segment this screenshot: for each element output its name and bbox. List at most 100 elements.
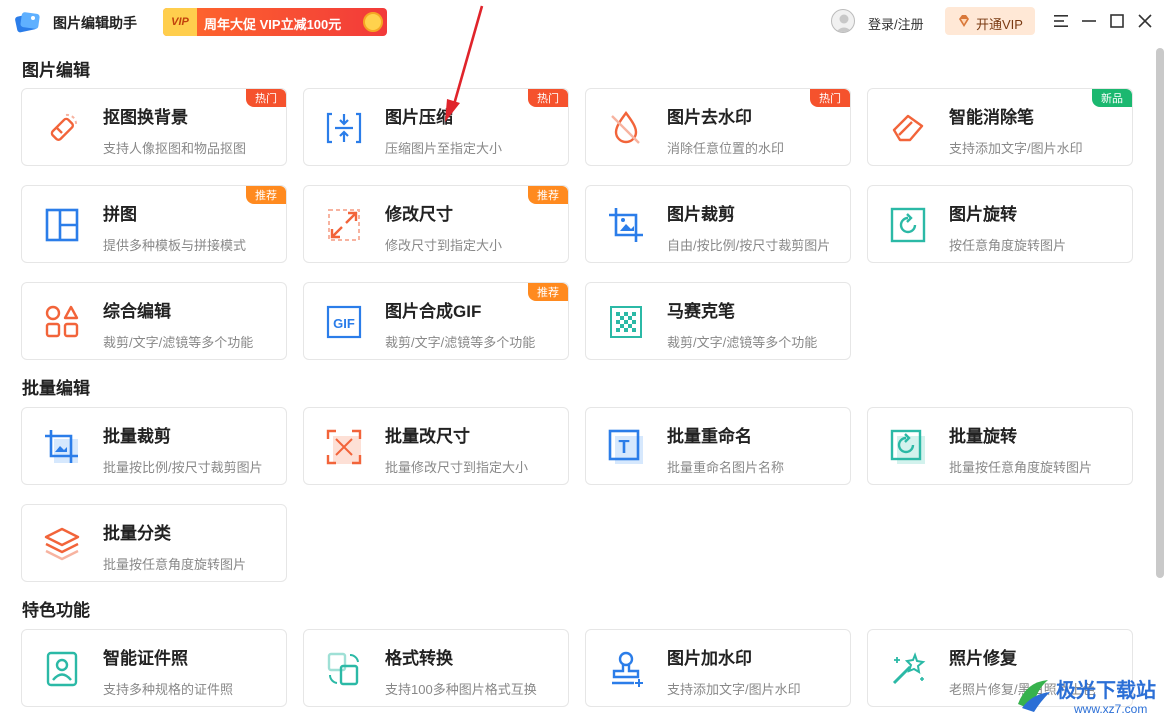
card-crop[interactable]: 图片裁剪 自由/按比例/按尺寸裁剪图片 xyxy=(585,185,851,263)
watermark-overlay: 极光下载站 www.xz7.com xyxy=(1010,672,1168,722)
magic-wand-icon xyxy=(892,652,926,685)
maximize-icon[interactable] xyxy=(1107,11,1127,31)
watermark-text: 极光下载站 xyxy=(1056,680,1156,702)
card-title: 批量改尺寸 xyxy=(385,427,470,446)
diamond-icon xyxy=(959,15,969,27)
rename-icon: T xyxy=(608,429,643,464)
recommend-badge: 推荐 xyxy=(528,283,568,301)
section-title-image-edit: 图片编辑 xyxy=(22,61,90,80)
convert-icon xyxy=(327,652,359,686)
scrollbar-thumb[interactable] xyxy=(1156,48,1164,578)
card-batch-rename[interactable]: T 批量重命名 批量重命名图片名称 xyxy=(585,407,851,485)
card-desc: 裁剪/文字/滤镜等多个功能 xyxy=(667,335,818,350)
card-resize[interactable]: 修改尺寸 修改尺寸到指定大小 推荐 xyxy=(303,185,569,263)
card-desc: 批量按任意角度旋转图片 xyxy=(949,460,1093,475)
card-batch-resize[interactable]: 批量改尺寸 批量修改尺寸到指定大小 xyxy=(303,407,569,485)
card-desc: 按任意角度旋转图片 xyxy=(949,238,1067,253)
card-desc: 支持多种规格的证件照 xyxy=(103,682,234,697)
card-format-convert[interactable]: 格式转换 支持100多种图片格式互换 xyxy=(303,629,569,707)
card-title: 抠图换背景 xyxy=(103,108,188,127)
batch-resize-icon xyxy=(326,429,362,465)
card-desc: 支持添加文字/图片水印 xyxy=(949,141,1083,156)
card-smart-eraser[interactable]: 智能消除笔 支持添加文字/图片水印 新品 xyxy=(867,88,1133,166)
card-id-photo[interactable]: 智能证件照 支持多种规格的证件照 xyxy=(21,629,287,707)
promo-vip-tag: VIP xyxy=(163,8,197,36)
card-desc: 消除任意位置的水印 xyxy=(667,141,785,156)
title-bar: 图片编辑助手 VIP 周年大促 VIP立减100元 登录/注册 开通VIP xyxy=(0,0,1170,44)
promo-text: 周年大促 VIP立减100元 xyxy=(204,17,342,32)
card-title: 照片修复 xyxy=(949,649,1017,668)
card-desc: 批量重命名图片名称 xyxy=(667,460,785,475)
layers-icon xyxy=(44,527,80,561)
card-title: 格式转换 xyxy=(385,649,453,668)
card-title: 图片裁剪 xyxy=(667,205,735,224)
batch-crop-icon xyxy=(45,430,78,463)
card-title: 拼图 xyxy=(103,205,137,224)
card-desc: 批量按比例/按尺寸裁剪图片 xyxy=(103,460,263,475)
section-title-batch-edit: 批量编辑 xyxy=(22,379,90,398)
card-batch-rotate[interactable]: 批量旋转 批量按任意角度旋转图片 xyxy=(867,407,1133,485)
new-badge: 新品 xyxy=(1092,89,1132,107)
card-title: 批量分类 xyxy=(103,524,171,543)
stamp-icon xyxy=(612,651,643,687)
section-title-features: 特色功能 xyxy=(22,601,90,620)
promo-banner[interactable]: VIP 周年大促 VIP立减100元 xyxy=(163,8,387,36)
minimize-icon[interactable] xyxy=(1079,11,1099,31)
watermark-url: www.xz7.com xyxy=(1074,702,1148,716)
hot-badge: 热门 xyxy=(528,89,568,107)
card-rotate[interactable]: 图片旋转 按任意角度旋转图片 xyxy=(867,185,1133,263)
card-desc: 修改尺寸到指定大小 xyxy=(385,238,503,253)
card-desc: 裁剪/文字/滤镜等多个功能 xyxy=(103,335,254,350)
crop-icon xyxy=(609,208,643,242)
card-remove-watermark[interactable]: 图片去水印 消除任意位置的水印 热门 xyxy=(585,88,851,166)
login-link[interactable]: 登录/注册 xyxy=(868,14,924,33)
card-make-gif[interactable]: GIF 图片合成GIF 裁剪/文字/滤镜等多个功能 推荐 xyxy=(303,282,569,360)
resize-icon xyxy=(328,209,360,241)
watermark-logo-icon xyxy=(1018,680,1050,712)
app-logo-icon xyxy=(15,12,40,33)
card-general-edit[interactable]: 综合编辑 裁剪/文字/滤镜等多个功能 xyxy=(21,282,287,360)
user-avatar-icon[interactable] xyxy=(831,9,855,33)
card-desc: 支持100多种图片格式互换 xyxy=(385,682,537,697)
recommend-badge: 推荐 xyxy=(246,186,286,204)
smart-eraser-icon xyxy=(892,114,924,142)
card-title: 图片加水印 xyxy=(667,649,752,668)
card-desc: 批量修改尺寸到指定大小 xyxy=(385,460,529,475)
card-batch-classify[interactable]: 批量分类 批量按任意角度旋转图片 xyxy=(21,504,287,582)
open-vip-label: 开通VIP xyxy=(976,17,1023,32)
shapes-icon xyxy=(45,305,79,338)
card-title: 批量裁剪 xyxy=(103,427,171,446)
id-photo-icon xyxy=(46,651,78,687)
rename-icon-label: T xyxy=(619,437,630,457)
recommend-badge: 推荐 xyxy=(528,186,568,204)
card-compress[interactable]: 图片压缩 压缩图片至指定大小 热门 xyxy=(303,88,569,166)
batch-rotate-icon xyxy=(890,429,925,464)
card-batch-crop[interactable]: 批量裁剪 批量按比例/按尺寸裁剪图片 xyxy=(21,407,287,485)
no-watermark-icon xyxy=(611,110,640,144)
card-add-watermark[interactable]: 图片加水印 支持添加文字/图片水印 xyxy=(585,629,851,707)
card-title: 智能证件照 xyxy=(103,649,188,668)
card-desc: 支持人像抠图和物品抠图 xyxy=(103,141,247,156)
card-title: 修改尺寸 xyxy=(385,205,453,224)
close-icon[interactable] xyxy=(1135,11,1155,31)
menu-icon[interactable] xyxy=(1051,11,1071,31)
card-desc: 裁剪/文字/滤镜等多个功能 xyxy=(385,335,536,350)
eraser-icon xyxy=(50,113,78,141)
card-desc: 压缩图片至指定大小 xyxy=(385,141,503,156)
card-title: 图片压缩 xyxy=(385,108,453,127)
card-title: 图片合成GIF xyxy=(385,302,482,321)
app-title: 图片编辑助手 xyxy=(53,15,137,31)
card-desc: 批量按任意角度旋转图片 xyxy=(103,557,247,572)
card-title: 批量旋转 xyxy=(949,427,1017,446)
card-cutout[interactable]: 抠图换背景 支持人像抠图和物品抠图 热门 xyxy=(21,88,287,166)
hot-badge: 热门 xyxy=(246,89,286,107)
gif-icon: GIF xyxy=(326,305,362,339)
card-desc: 自由/按比例/按尺寸裁剪图片 xyxy=(667,238,831,253)
card-title: 图片旋转 xyxy=(949,205,1017,224)
card-collage[interactable]: 拼图 提供多种模板与拼接模式 推荐 xyxy=(21,185,287,263)
card-title: 批量重命名 xyxy=(667,427,752,446)
collage-icon xyxy=(45,208,79,242)
card-desc: 支持添加文字/图片水印 xyxy=(667,682,801,697)
card-mosaic[interactable]: 马赛克笔 裁剪/文字/滤镜等多个功能 xyxy=(585,282,851,360)
open-vip-button[interactable]: 开通VIP xyxy=(945,7,1035,35)
